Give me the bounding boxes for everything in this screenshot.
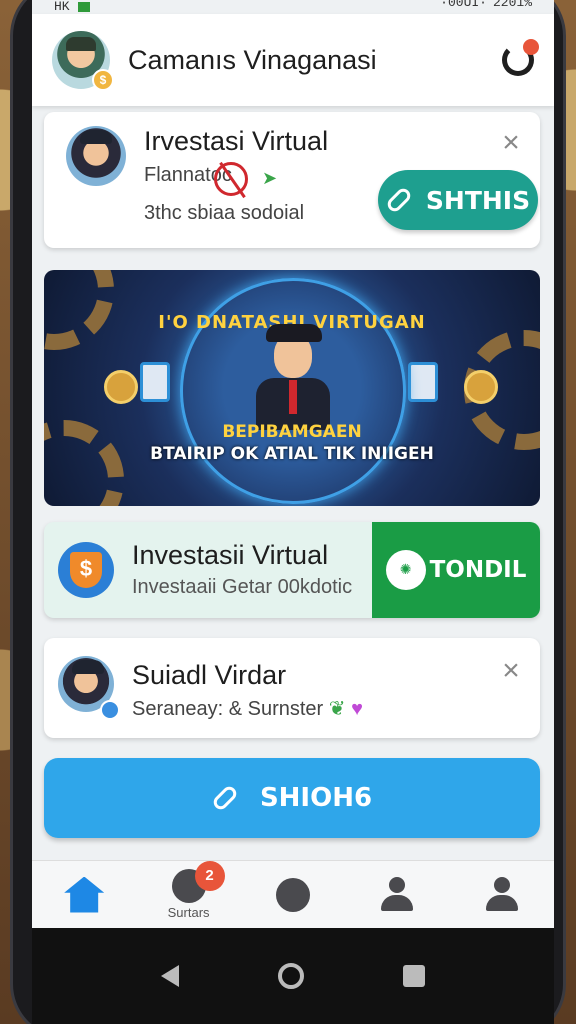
investment-card-secondary[interactable]: $ Investasii Virtual Investaaii Getar 00… bbox=[44, 522, 540, 618]
battery-label: 2201% bbox=[492, 0, 532, 10]
sync-icon[interactable] bbox=[502, 39, 539, 76]
profile-icon bbox=[381, 876, 414, 913]
signal-label: ·00UI· bbox=[440, 0, 487, 10]
heart-icon: ♥ bbox=[351, 698, 363, 720]
investment-card[interactable]: Irvestasi Virtual Flannatoc ➤ 3thc sbiaa… bbox=[44, 112, 540, 248]
action-panel-label: TONDIL bbox=[429, 557, 527, 583]
notification-dot bbox=[523, 39, 539, 55]
phone-icon bbox=[140, 362, 170, 402]
home-icon bbox=[64, 876, 105, 913]
primary-button-label: SHIOH6 bbox=[259, 783, 373, 813]
pilot-cap-icon bbox=[66, 37, 96, 51]
nav-home[interactable] bbox=[44, 865, 124, 925]
card-title: Irvestasi Virtual bbox=[144, 126, 329, 156]
coin-icon: $ bbox=[92, 69, 114, 91]
promo-banner[interactable]: I'O DNATASHI VIRTUGAN BEPIBAMGAEN BTAIRI… bbox=[44, 270, 540, 506]
leaf-icon: ❦ bbox=[328, 698, 346, 720]
card-title: Suiadl Virdar bbox=[132, 660, 287, 690]
carrier-label: HK bbox=[54, 0, 70, 14]
verified-icon bbox=[100, 700, 120, 720]
pilot-avatar bbox=[66, 126, 126, 186]
nav-globe[interactable] bbox=[253, 865, 333, 925]
close-icon[interactable]: × bbox=[500, 656, 522, 686]
card-meta: 3thc sbiaa sodoial bbox=[144, 202, 305, 224]
gear-badge-icon: ✺ bbox=[385, 550, 426, 590]
card-title: Investasii Virtual bbox=[132, 540, 329, 570]
profile-avatar[interactable]: $ bbox=[52, 31, 114, 91]
card-subtitle-text: Seraneay: & Surnster bbox=[132, 698, 324, 720]
bottom-navigation: Surtars 2 bbox=[32, 860, 554, 928]
document-icon bbox=[408, 362, 438, 402]
share-button-label: SHTHIS bbox=[425, 185, 531, 215]
share-button[interactable]: SHTHIS bbox=[378, 170, 538, 230]
card-subtitle: Investaaii Getar 00kdotic bbox=[132, 576, 353, 598]
prohibited-stamp-icon bbox=[214, 162, 248, 196]
back-icon[interactable] bbox=[161, 965, 180, 987]
coin-icon bbox=[464, 370, 498, 404]
pilot-illustration bbox=[256, 310, 330, 430]
user-card[interactable]: Suiadl Virdar Seraneay: & Surnster ❦ ♥ × bbox=[44, 638, 540, 738]
card-subtitle: Seraneay: & Surnster ❦ ♥ bbox=[132, 696, 363, 721]
action-panel-button[interactable]: ✺ TONDIL bbox=[372, 522, 540, 618]
close-icon[interactable]: × bbox=[500, 128, 522, 158]
globe-icon bbox=[275, 877, 310, 912]
nav-account[interactable] bbox=[462, 865, 542, 925]
nav-chat[interactable]: Surtars 2 bbox=[149, 860, 229, 925]
system-navigation bbox=[32, 928, 554, 1024]
link-icon bbox=[384, 185, 414, 215]
gear-icon bbox=[44, 270, 114, 350]
app-screen: HK ·00UI· 2201% $ Camanıs Vinaganasi Irv… bbox=[32, 0, 554, 928]
banner-tagline: BEPIBAMGAEN bbox=[222, 422, 362, 442]
primary-action-button[interactable]: SHIOH6 bbox=[44, 758, 540, 838]
banner-footer: BTAIRIP OK ATIAL TIK INIIGEH bbox=[150, 444, 434, 464]
recents-icon[interactable] bbox=[402, 965, 425, 987]
notification-icon bbox=[77, 2, 90, 12]
coin-icon bbox=[104, 370, 138, 404]
status-bar: HK ·00UI· 2201% bbox=[32, 0, 554, 14]
notification-badge: 2 bbox=[194, 860, 225, 891]
link-icon bbox=[210, 783, 240, 813]
home-circle-icon[interactable] bbox=[277, 963, 304, 989]
nav-label: Surtars bbox=[167, 905, 210, 920]
leaf-icon: ➤ bbox=[262, 168, 278, 188]
dollar-shield-icon: $ bbox=[58, 542, 114, 598]
nav-profile[interactable] bbox=[357, 865, 437, 925]
app-header: $ Camanıs Vinaganasi bbox=[32, 14, 554, 106]
app-title: Camanıs Vinaganasi bbox=[128, 44, 377, 75]
account-icon bbox=[485, 876, 518, 913]
